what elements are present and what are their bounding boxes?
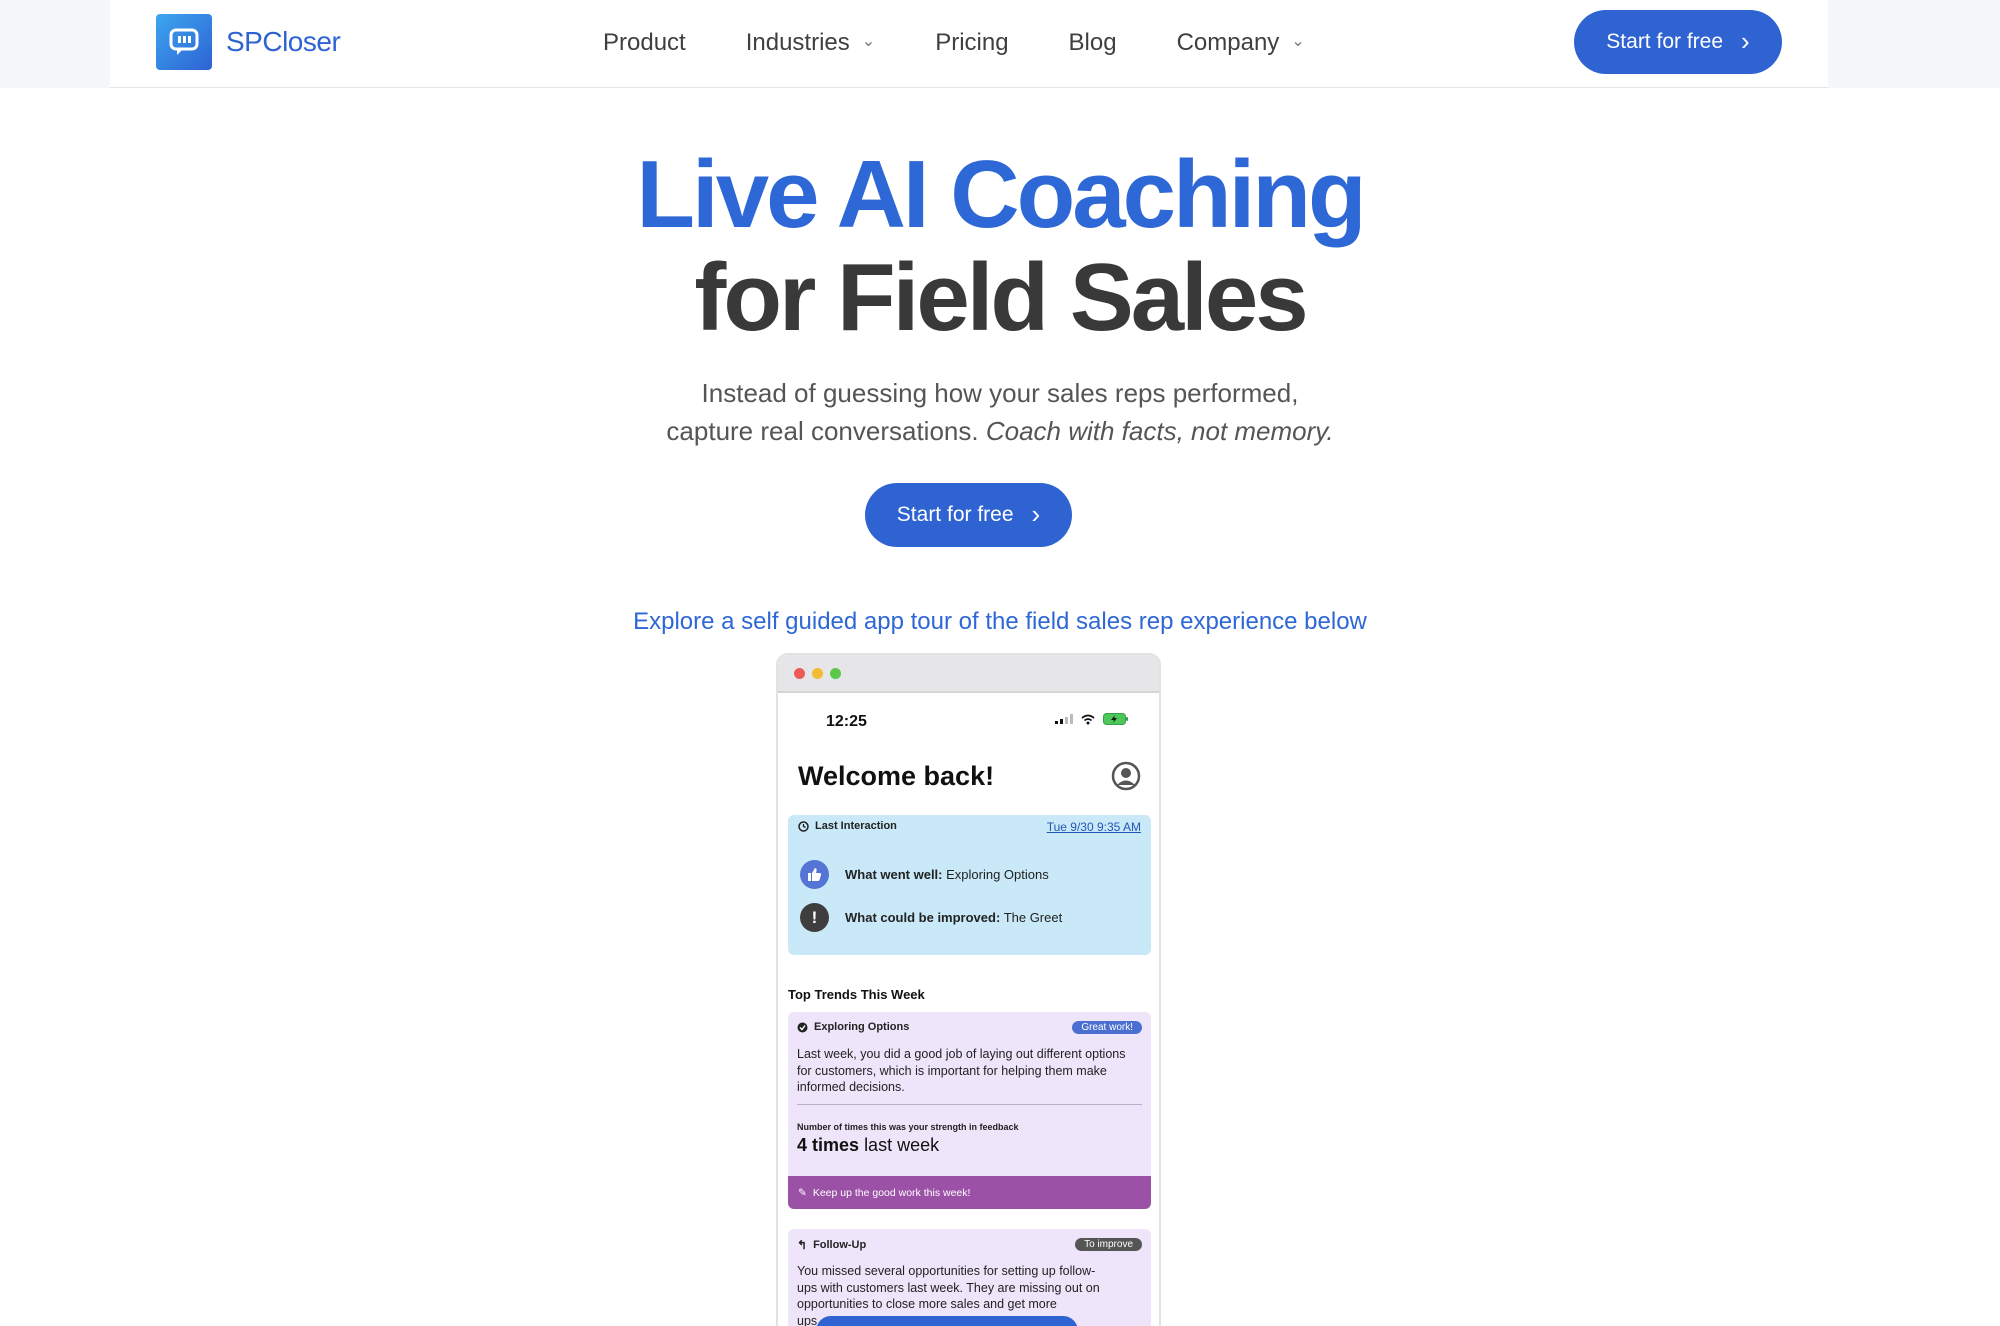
trend-card-header: Exploring Options: [797, 1021, 909, 1033]
stat-label: Number of times this was your strength i…: [797, 1122, 1019, 1132]
hero-title-line1: Live AI Coaching: [636, 141, 1366, 248]
app-tour-window[interactable]: 12:25 Welcome back! Last Interaction Tue…: [776, 653, 1161, 1326]
to-improve-badge: To improve: [1075, 1238, 1142, 1251]
user-avatar-icon[interactable]: [1111, 761, 1141, 791]
minimize-dot-icon[interactable]: [812, 668, 823, 679]
trend-footer-banner: ✎ Keep up the good work this week!: [788, 1176, 1151, 1209]
chat-bubble-icon: [156, 14, 212, 70]
nav-item-company[interactable]: Company ⌄: [1177, 29, 1305, 57]
main-nav: Product Industries ⌄ Pricing Blog Company…: [603, 0, 1365, 86]
hero-start-free-button[interactable]: Start for free ›: [865, 483, 1072, 547]
page-background-right: [1828, 0, 2000, 88]
trend-description: Last week, you did a good job of laying …: [797, 1047, 1126, 1094]
thumbs-up-icon: [800, 860, 829, 889]
nav-item-product[interactable]: Product: [603, 29, 686, 57]
button-label: Start for free: [896, 503, 1014, 526]
nav-label: Product: [603, 29, 686, 56]
maximize-dot-icon[interactable]: [830, 668, 841, 679]
page-background-left: [0, 0, 110, 88]
reply-arrow-icon: ↰: [797, 1238, 808, 1252]
chevron-down-icon: ⌄: [1291, 33, 1305, 50]
nav-label: Blog: [1068, 29, 1117, 56]
divider: [797, 1104, 1142, 1105]
description-line: opportunities to close more sales and ge…: [797, 1297, 1057, 1311]
wifi-icon: [1081, 714, 1095, 724]
header-start-free-button[interactable]: Start for free ›: [1574, 10, 1782, 74]
went-well-value: Exploring Options: [946, 867, 1049, 882]
description-line: You missed several opportunities for set…: [797, 1264, 1096, 1278]
description-line: ups with customers last week. They are m…: [797, 1280, 1100, 1295]
improve-value: The Greet: [1003, 910, 1063, 925]
last-interaction-date-link[interactable]: Tue 9/30 9:35 AM: [1047, 820, 1141, 834]
stat-number: 4 times: [797, 1135, 860, 1155]
nav-item-industries[interactable]: Industries ⌄: [746, 29, 875, 57]
chevron-down-icon: ⌄: [861, 33, 876, 50]
app-tour-link[interactable]: Explore a self guided app tour of the fi…: [0, 608, 2000, 636]
trend-card-exploring-options[interactable]: Exploring Options Great work! Last week,…: [788, 1012, 1151, 1209]
nav-item-pricing[interactable]: Pricing: [935, 29, 1008, 57]
went-well-label: What went well:: [845, 867, 943, 882]
trend-card-follow-up[interactable]: ↰ Follow-Up To improve You missed severa…: [788, 1229, 1151, 1326]
chevron-right-icon: ›: [1741, 26, 1750, 56]
nav-item-blog[interactable]: Blog: [1069, 29, 1117, 57]
hero-title-line2: for Field Sales: [694, 244, 1308, 351]
last-interaction-header: Last Interaction: [798, 820, 897, 832]
clock-icon: [798, 820, 809, 832]
button-label: Start for free: [1606, 30, 1724, 53]
floating-action-pill[interactable]: [816, 1316, 1078, 1326]
brand-name: SPCloser: [226, 26, 341, 57]
trend-title: Follow-Up: [813, 1239, 867, 1251]
went-well-row: What went well: Exploring Options: [800, 860, 1049, 889]
welcome-heading: Welcome back!: [798, 761, 995, 791]
brand-logo[interactable]: SPCloser: [156, 14, 341, 70]
last-interaction-label: Last Interaction: [815, 820, 897, 832]
party-popper-icon: ✎: [798, 1186, 807, 1199]
subtitle-emphasis: Coach with facts, not memory.: [985, 416, 1334, 446]
stat-value: 4 times last week: [797, 1135, 939, 1156]
nav-label: Industries: [745, 29, 850, 56]
stat-suffix: last week: [864, 1135, 940, 1155]
top-trends-heading: Top Trends This Week: [788, 987, 925, 1002]
signal-icon: [1055, 714, 1073, 724]
trend-card-header: ↰ Follow-Up: [797, 1238, 866, 1252]
chevron-right-icon: ›: [1031, 499, 1041, 529]
improve-label: What could be improved:: [845, 910, 1001, 925]
status-time: 12:25: [826, 713, 867, 730]
site-header: SPCloser Product Industries ⌄ Pricing Blo…: [110, 0, 1828, 88]
close-dot-icon[interactable]: [794, 668, 805, 679]
exclamation-icon: !: [800, 903, 829, 932]
nav-label: Pricing: [935, 29, 1009, 56]
subtitle-line2: capture real conversations.: [666, 416, 979, 446]
footer-text: Keep up the good work this week!: [812, 1186, 971, 1199]
subtitle-line1: Instead of guessing how your sales reps …: [701, 378, 1299, 408]
check-circle-icon: [797, 1022, 808, 1032]
improve-row: ! What could be improved: The Greet: [800, 903, 1062, 932]
status-icons: [1055, 713, 1129, 725]
last-interaction-card[interactable]: Last Interaction Tue 9/30 9:35 AM What w…: [788, 815, 1151, 955]
hero-subtitle: Instead of guessing how your sales reps …: [0, 374, 2000, 450]
window-titlebar: [778, 655, 1159, 693]
phone-status-bar: 12:25: [778, 693, 1159, 749]
battery-charging-icon: [1103, 713, 1128, 725]
nav-label: Company: [1176, 29, 1280, 56]
great-work-badge: Great work!: [1072, 1021, 1142, 1034]
trend-title: Exploring Options: [814, 1021, 910, 1033]
description-line: ups: [797, 1313, 818, 1326]
